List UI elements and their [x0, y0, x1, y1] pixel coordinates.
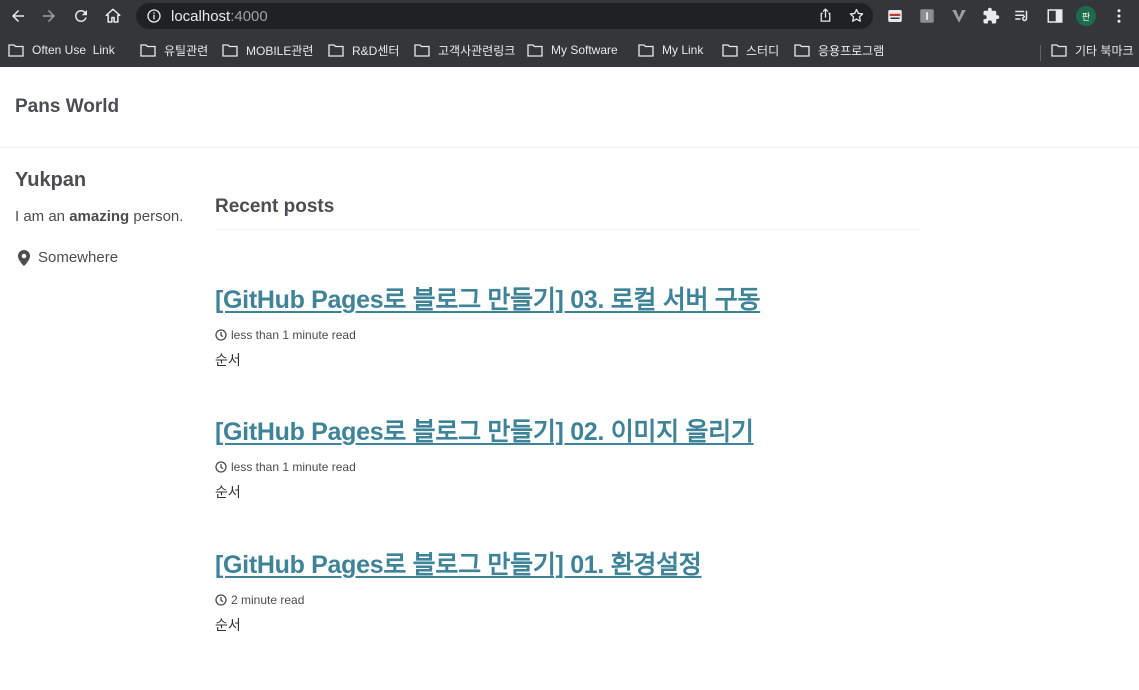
folder-icon — [1051, 44, 1067, 57]
profile-button[interactable]: 판 — [1076, 6, 1096, 26]
recent-posts-heading: Recent posts — [215, 196, 920, 230]
home-button[interactable] — [97, 0, 129, 32]
bookmark-label: 스터디 — [746, 43, 780, 58]
extension-3-button[interactable] — [950, 7, 968, 25]
author-bio-prefix: I am an — [15, 208, 70, 225]
bookmark-folder[interactable]: R&D센터 — [328, 40, 399, 60]
folder-icon — [414, 44, 430, 57]
browser-chrome: localhost:4000 판 Often Use Link 유틸관련 MO… — [0, 0, 1139, 67]
info-icon[interactable] — [146, 8, 162, 24]
bookmark-label: 응용프로그램 — [818, 43, 885, 58]
read-time: less than 1 minute read — [231, 460, 356, 474]
site-masthead: Pans World — [0, 67, 1139, 148]
author-bio-suffix: person. — [129, 208, 184, 225]
browser-toolbar: localhost:4000 판 — [0, 0, 1139, 33]
other-bookmarks-folder[interactable]: 기타 북마크 — [1051, 40, 1134, 60]
side-panel-icon — [1047, 9, 1063, 23]
folder-icon — [140, 44, 156, 57]
folder-icon — [8, 44, 24, 57]
forward-arrow-icon — [43, 10, 55, 22]
bookmark-label: My Link — [662, 43, 704, 57]
read-time: 2 minute read — [231, 593, 305, 607]
author-bio-bold: amazing — [69, 208, 130, 225]
folder-icon — [328, 44, 344, 57]
clock-icon — [215, 461, 227, 473]
share-icon[interactable] — [817, 7, 834, 24]
bookmark-folder[interactable]: 응용프로그램 — [794, 40, 884, 60]
reload-button[interactable] — [65, 0, 97, 32]
post-meta: less than 1 minute read — [215, 460, 920, 474]
bookmark-label: Often Use Link — [32, 43, 115, 57]
post-title-link[interactable]: [GitHub Pages로 블로그 만들기] 02. 이미지 올리기 — [215, 412, 920, 448]
menu-button[interactable] — [1110, 7, 1128, 25]
puzzle-icon — [983, 7, 1000, 24]
post-title-link[interactable]: [GitHub Pages로 블로그 만들기] 01. 환경설정 — [215, 545, 920, 581]
folder-icon — [527, 44, 543, 57]
post-meta: 2 minute read — [215, 593, 920, 607]
side-panel-button[interactable] — [1046, 7, 1064, 25]
reload-icon — [75, 10, 87, 22]
reading-list-icon — [1015, 10, 1028, 22]
home-icon — [105, 8, 121, 23]
folder-icon — [222, 44, 238, 57]
read-time: less than 1 minute read — [231, 328, 356, 342]
reading-list-button[interactable] — [1013, 7, 1031, 25]
back-button[interactable] — [2, 0, 34, 32]
bookmark-label: 고객사관련링크 — [438, 43, 516, 58]
post-item: [GitHub Pages로 블로그 만들기] 01. 환경설정 2 minut… — [215, 545, 920, 635]
bookmarks-bar: Often Use Link 유틸관련 MOBILE관련 R&D센터 고객사관련… — [0, 33, 1139, 67]
author-sidebar: Yukpan I am an amazing person. Somewhere — [15, 168, 200, 266]
extension-face-icon — [888, 10, 902, 22]
author-bio: I am an amazing person. — [15, 208, 200, 225]
kebab-menu-icon — [1117, 9, 1121, 23]
bookmark-label: My Software — [551, 43, 618, 57]
bookmark-folder[interactable]: 스터디 — [722, 40, 779, 60]
star-icon[interactable] — [848, 7, 865, 24]
extension-1-button[interactable] — [886, 7, 904, 25]
post-title-link[interactable]: [GitHub Pages로 블로그 만들기] 03. 로컬 서버 구동 — [215, 280, 920, 316]
post-item: [GitHub Pages로 블로그 만들기] 03. 로컬 서버 구동 les… — [215, 280, 920, 370]
post-meta: less than 1 minute read — [215, 328, 920, 342]
bookmark-folder[interactable]: 유틸관련 — [140, 40, 208, 60]
clock-icon — [215, 594, 227, 606]
bookmark-folder[interactable]: My Link — [638, 40, 703, 60]
post-excerpt: 순서 — [215, 617, 241, 633]
site-title-link[interactable]: Pans World — [15, 96, 119, 118]
bookmarks-divider — [1040, 45, 1041, 61]
author-location: Somewhere — [15, 249, 200, 266]
bookmark-folder[interactable]: MOBILE관련 — [222, 40, 313, 60]
back-arrow-icon — [12, 10, 24, 22]
author-location-text: Somewhere — [38, 249, 119, 266]
extensions-button[interactable] — [982, 7, 1000, 25]
other-bookmarks-label: 기타 북마크 — [1075, 43, 1134, 58]
clock-icon — [215, 329, 227, 341]
folder-icon — [722, 44, 738, 57]
post-excerpt: 순서 — [215, 352, 241, 368]
bookmark-label: MOBILE관련 — [246, 43, 314, 58]
main-content: Recent posts [GitHub Pages로 블로그 만들기] 03.… — [215, 196, 920, 633]
map-marker-icon — [18, 249, 30, 266]
address-bar[interactable]: localhost:4000 — [136, 3, 873, 29]
bookmark-folder[interactable]: My Software — [527, 40, 618, 60]
folder-icon — [638, 44, 654, 57]
url-port: :4000 — [230, 7, 268, 25]
bookmark-folder[interactable]: Often Use Link — [8, 40, 115, 60]
forward-button[interactable] — [33, 0, 65, 32]
bookmark-label: R&D센터 — [352, 43, 400, 58]
post-item: [GitHub Pages로 블로그 만들기] 02. 이미지 올리기 less… — [215, 412, 920, 502]
avatar: 판 — [1076, 6, 1096, 26]
extension-i-icon — [920, 9, 934, 23]
post-excerpt: 순서 — [215, 484, 241, 500]
url-host: localhost — [171, 7, 231, 25]
author-name: Yukpan — [15, 169, 87, 191]
extension-v-icon — [952, 10, 966, 23]
folder-icon — [794, 44, 810, 57]
bookmark-label: 유틸관련 — [164, 43, 209, 58]
extension-2-button[interactable] — [918, 7, 936, 25]
bookmark-folder[interactable]: 고객사관련링크 — [414, 40, 515, 60]
